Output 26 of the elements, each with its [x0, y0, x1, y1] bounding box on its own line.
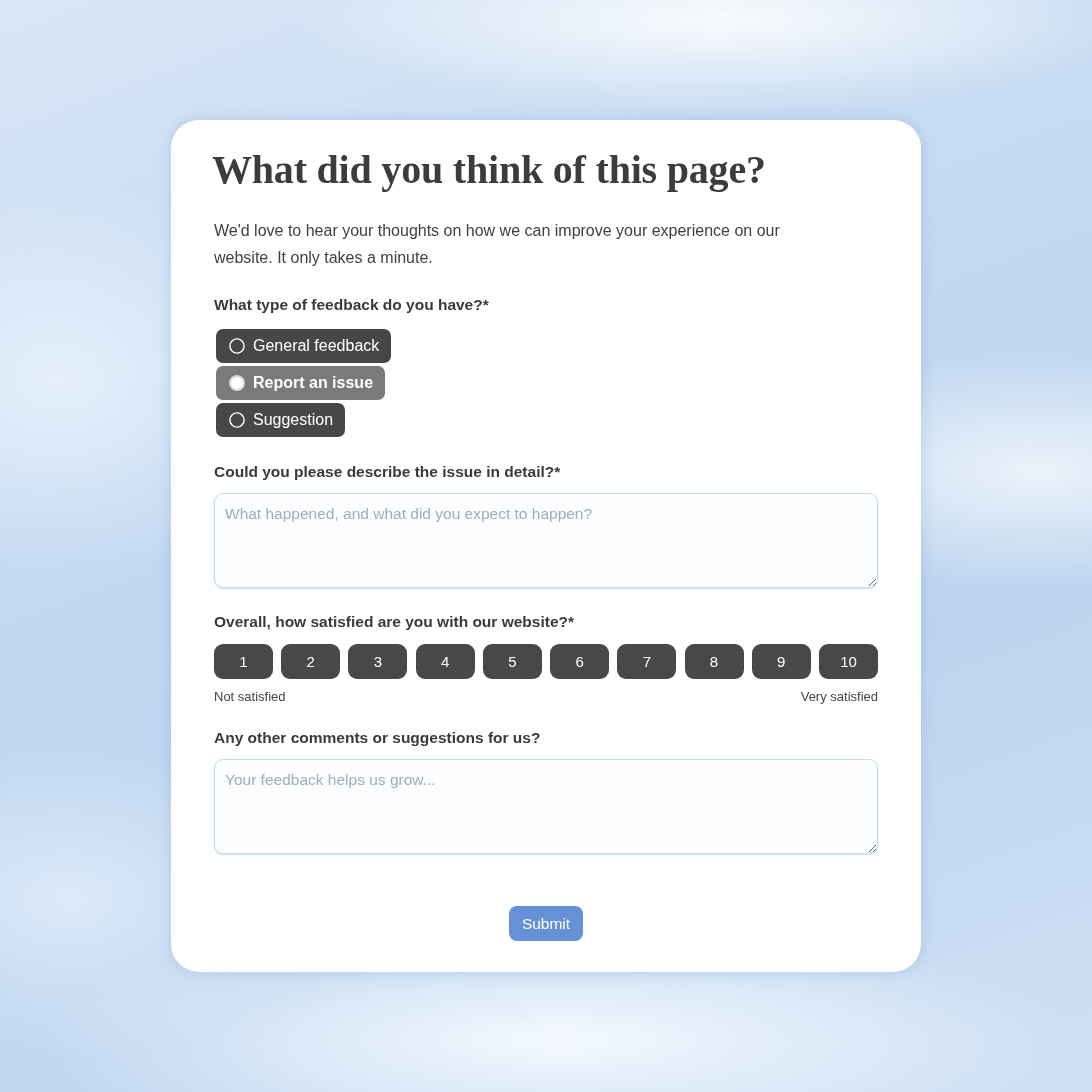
page-title: What did you think of this page?: [212, 147, 766, 193]
radio-option[interactable]: General feedback: [216, 329, 392, 363]
rating-button[interactable]: 8: [684, 644, 744, 679]
rating-button[interactable]: 4: [415, 644, 475, 679]
question-label: Overall, how satisfied are you with our website?*: [214, 612, 575, 632]
radio-icon: [229, 338, 245, 354]
text-area[interactable]: What happened, and what did you expect to happen?: [214, 493, 878, 588]
rating-button[interactable]: 7: [617, 644, 677, 679]
question-label: Could you please describe the issue in detail?*: [214, 462, 561, 482]
rating-button[interactable]: 5: [482, 644, 542, 679]
intro-text: We'd love to hear your thoughts on how we can improve your experience on our website. It only takes a minute.: [214, 221, 781, 268]
scale-min-label: Not satisfied: [214, 689, 286, 705]
scale-max-label: Very satisfied: [800, 689, 878, 705]
radio-icon: [229, 412, 245, 428]
rating-button[interactable]: 3: [348, 644, 408, 679]
rating-button[interactable]: 1: [214, 644, 273, 679]
rating-button[interactable]: 9: [751, 644, 811, 679]
text-area[interactable]: Your feedback helps us grow...: [214, 759, 878, 854]
radio-icon: [229, 375, 245, 391]
question-label: Any other comments or suggestions for us?: [214, 728, 541, 748]
radio-option[interactable]: Report an issue: [216, 366, 386, 400]
rating-button[interactable]: 10: [818, 644, 878, 679]
rating-button[interactable]: 2: [281, 644, 341, 679]
question-label: What type of feedback do you have?*: [214, 295, 489, 315]
radio-option[interactable]: Suggestion: [216, 403, 346, 437]
rating-button[interactable]: 6: [550, 644, 610, 679]
